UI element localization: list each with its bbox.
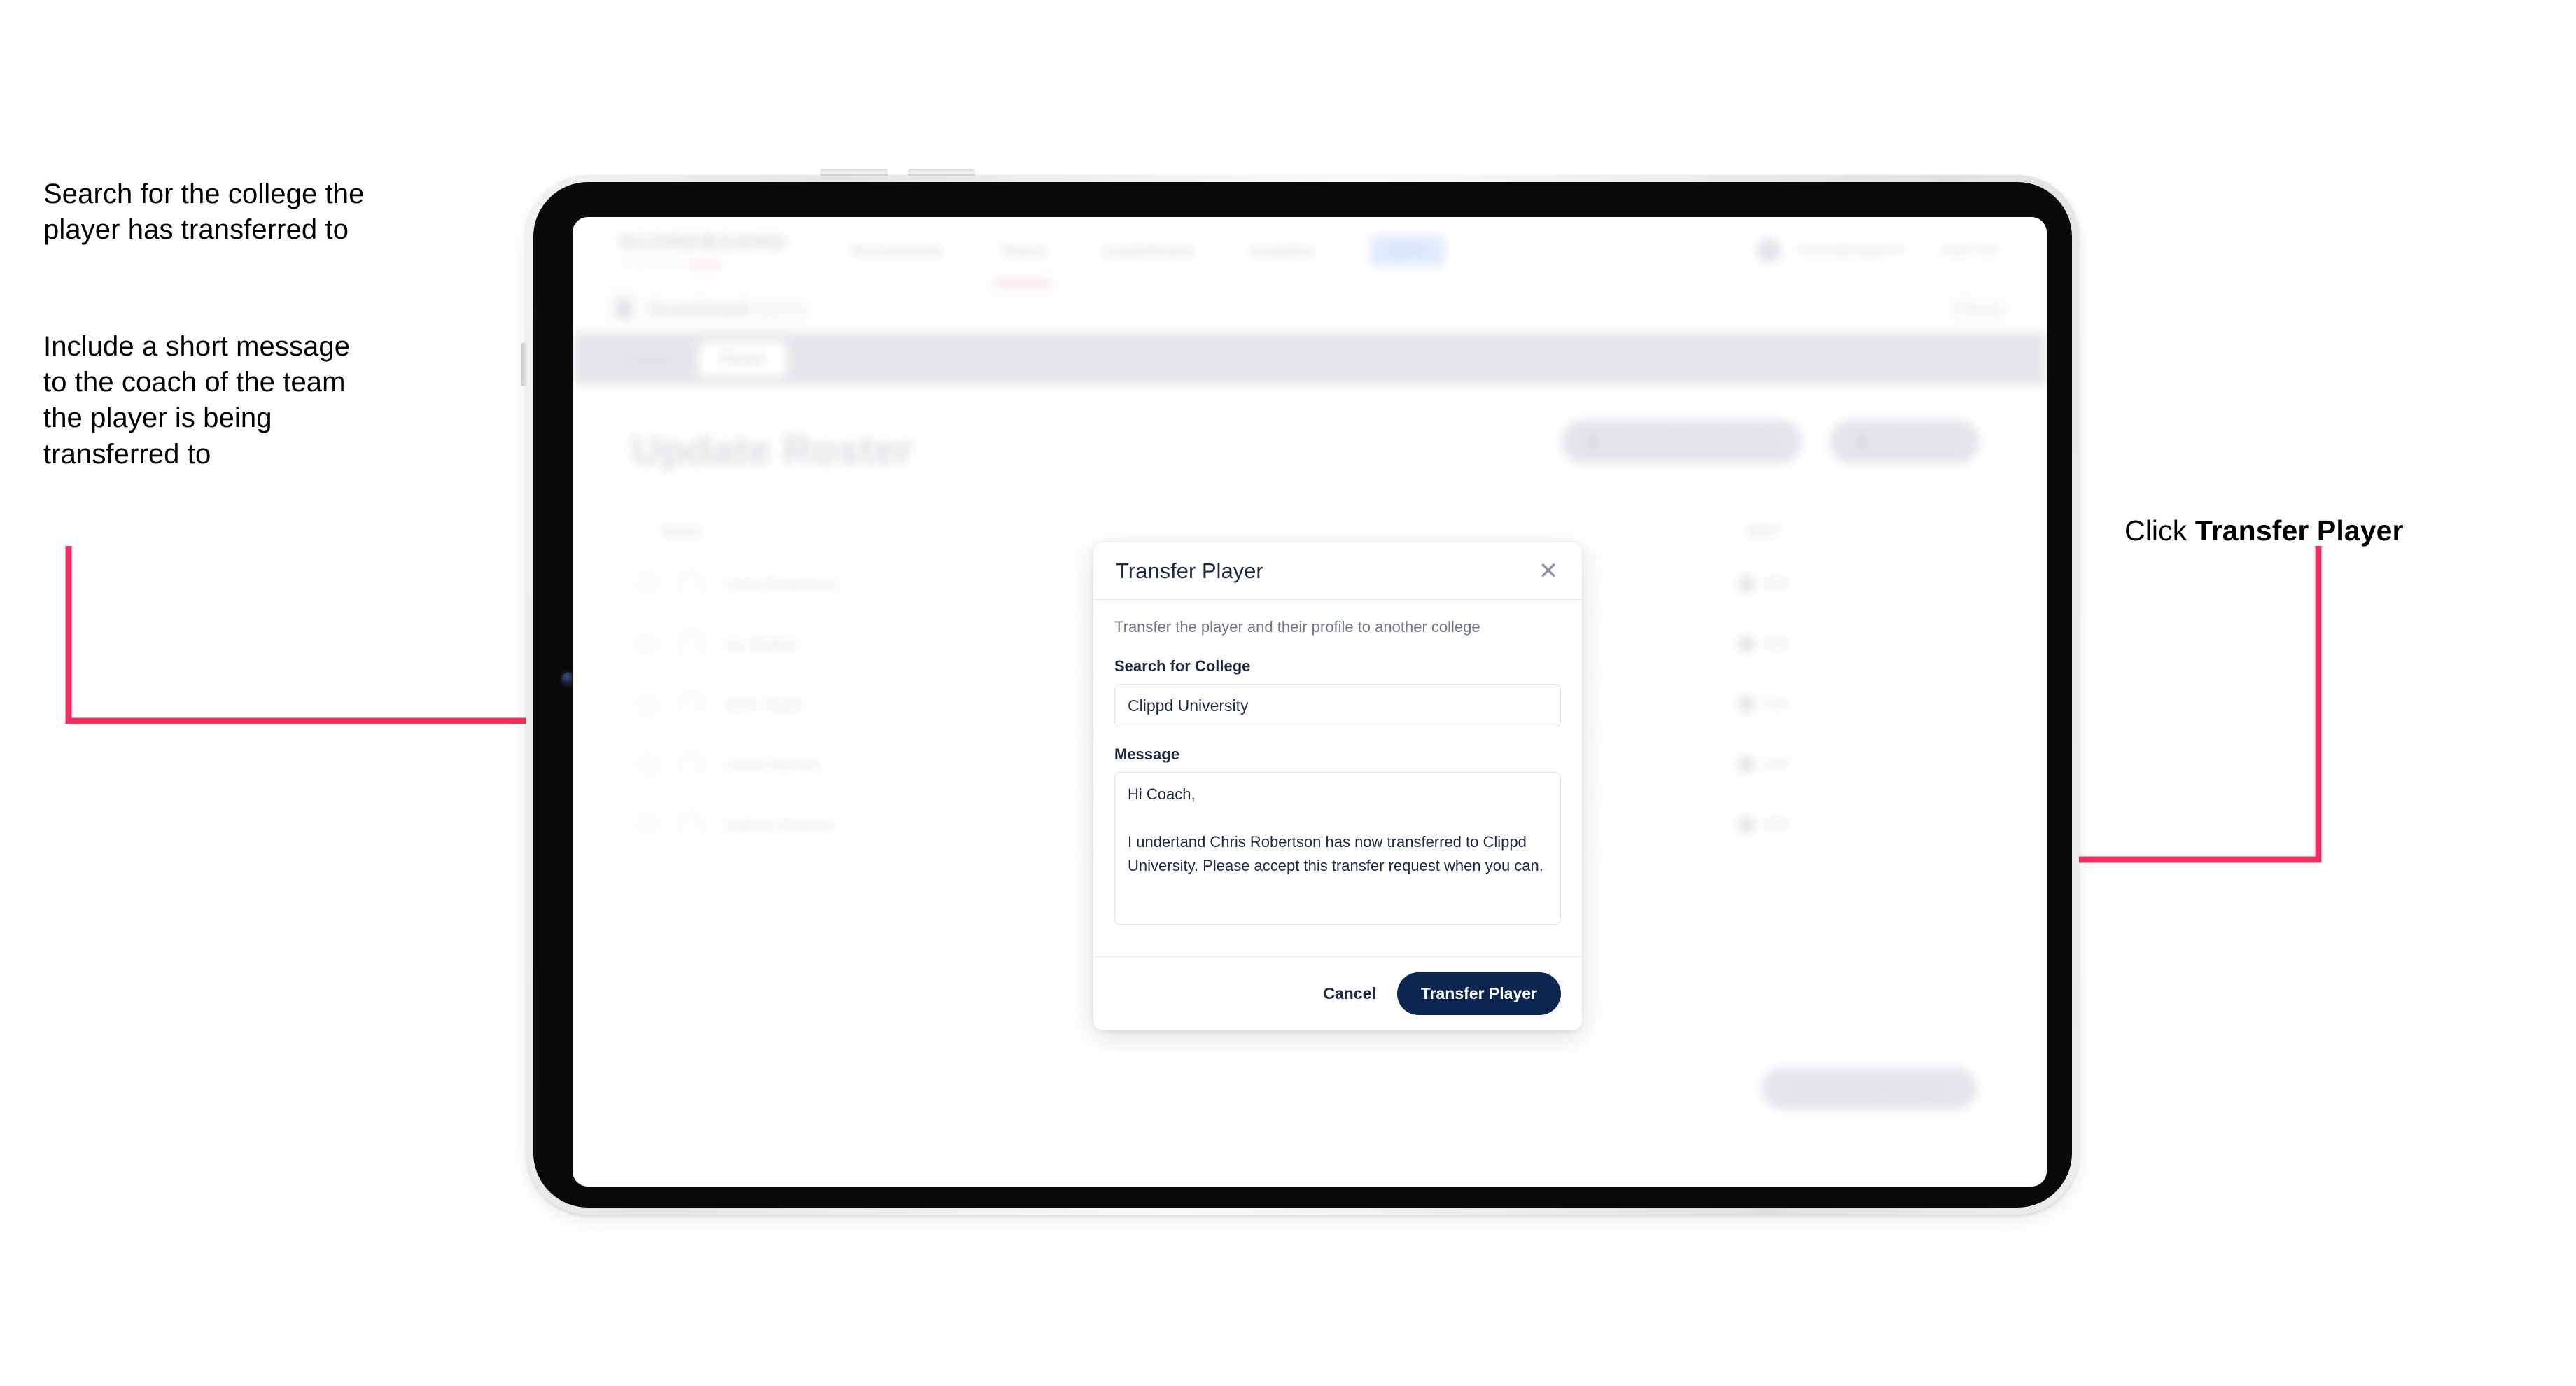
breadcrumb-suffix: Admin <box>754 298 806 319</box>
volume-up-button[interactable] <box>820 169 888 176</box>
search-college-input[interactable] <box>1114 684 1561 727</box>
pencil-icon <box>1736 754 1756 775</box>
device-bezel: SCOREBOARD Powered by clippd Tournaments… <box>533 182 2072 1208</box>
avatar[interactable] <box>1756 239 1781 262</box>
player-name: Nathan Holmes <box>724 815 835 834</box>
breadcrumb-title: Scoreboard <box>648 298 750 319</box>
column-header-edit: EDIT <box>1746 524 1781 540</box>
college-field-label: Search for College <box>1114 657 1251 675</box>
row-checkbox[interactable] <box>637 573 658 594</box>
transfer-player-submit-button[interactable]: Transfer Player <box>1396 972 1561 1015</box>
nav-links: Tournaments Teams Leaderboard Analytics … <box>850 235 1445 284</box>
tablet-device-frame: SCOREBOARD Powered by clippd Tournaments… <box>521 169 2079 1214</box>
add-player-button[interactable]: Add Player <box>1830 420 1980 463</box>
breadcrumb: Scoreboard Admin <box>648 298 806 320</box>
player-avatar-icon <box>679 570 703 597</box>
edit-label: Edit <box>1763 816 1788 832</box>
annotation-include-message: Include a short message to the coach of … <box>43 331 351 470</box>
request-player-transfer-label: Request Player Transfer <box>1609 433 1776 450</box>
scoreboard-icon <box>616 299 631 318</box>
dialog-description: Transfer the player and their profile to… <box>1114 618 1480 636</box>
screenshot-stage: Search for the college the player has tr… <box>0 0 2576 1386</box>
app-logo[interactable]: SCOREBOARD Powered by clippd <box>619 231 788 270</box>
pencil-icon <box>1736 814 1756 835</box>
column-header-name: Name <box>662 524 703 540</box>
annotation-click-transfer: Click Transfer Player <box>2124 476 2558 550</box>
row-checkbox[interactable] <box>637 814 658 835</box>
player-name: Lewis Barnes <box>724 755 821 774</box>
page-actions: Request Player Transfer Add Player <box>1562 420 1980 463</box>
nav-badge-admin[interactable]: Admin <box>1370 235 1445 266</box>
tab-details[interactable]: Details <box>603 342 692 377</box>
player-name: John Taylor <box>724 694 806 713</box>
sign-out-button[interactable]: Sign Out <box>1940 242 1998 259</box>
transfer-icon <box>1588 434 1599 449</box>
edit-label: Edit <box>1763 696 1788 712</box>
annotation-search-college: Search for the college the player has tr… <box>43 178 365 246</box>
cancel-button[interactable]: Cancel <box>1323 984 1376 1003</box>
top-navbar: SCOREBOARD Powered by clippd Tournaments… <box>573 217 2047 286</box>
brand-wordmark: SCOREBOARD <box>619 231 788 254</box>
breadcrumb-right-label: Clippd <box>1954 299 2001 318</box>
player-avatar-icon <box>679 691 703 718</box>
power-button[interactable] <box>521 343 527 386</box>
player-avatar-icon <box>679 811 703 838</box>
college-field-group: Search for College <box>1114 657 1561 727</box>
user-email: coach@clippd.io <box>1795 242 1905 258</box>
player-avatar-icon <box>679 751 703 778</box>
brand-subline: Powered by clippd <box>619 258 780 270</box>
player-name: Ian Walker <box>724 634 801 653</box>
volume-down-button[interactable] <box>908 169 975 176</box>
edit-label: Edit <box>1763 575 1788 592</box>
nav-item-tournaments[interactable]: Tournaments <box>850 241 943 260</box>
nav-user-area: coach@clippd.io Sign Out <box>1756 239 1998 262</box>
annotation-right-bold: Transfer Player <box>2194 514 2404 547</box>
edit-label: Edit <box>1763 756 1788 772</box>
plus-icon <box>1856 434 1867 449</box>
edit-cell[interactable]: Edit <box>1548 694 1980 715</box>
dialog-body: Transfer the player and their profile to… <box>1093 600 1582 956</box>
message-field-label: Message <box>1114 746 1180 763</box>
annotation-right-prefix: Click <box>2124 514 2195 547</box>
pencil-icon <box>1736 573 1756 594</box>
row-checkbox[interactable] <box>637 754 658 775</box>
dialog-header: Transfer Player ✕ <box>1093 542 1582 600</box>
edit-cell[interactable]: Edit <box>1548 814 1980 835</box>
player-name: Chris Robertson <box>724 574 841 593</box>
add-player-label: Add Player <box>1877 433 1953 450</box>
message-textarea[interactable]: Hi Coach, I undertand Chris Robertson ha… <box>1114 772 1561 925</box>
pencil-icon <box>1736 694 1756 715</box>
save-roster-changes-label: Save Roster Changes <box>1793 1079 1945 1097</box>
page-title: Update Roster <box>631 428 913 473</box>
request-player-transfer-button[interactable]: Request Player Transfer <box>1562 420 1802 463</box>
message-field-group: Message Hi Coach, I undertand Chris Robe… <box>1114 746 1561 928</box>
row-checkbox[interactable] <box>637 634 658 654</box>
edit-cell[interactable]: Edit <box>1548 573 1980 594</box>
brand-clippd: clippd <box>687 258 722 270</box>
tablet-screen: SCOREBOARD Powered by clippd Tournaments… <box>573 217 2047 1186</box>
nav-item-teams[interactable]: Teams <box>994 241 1051 284</box>
close-icon[interactable]: ✕ <box>1534 557 1562 585</box>
tab-roster[interactable]: Roster <box>699 342 788 377</box>
player-avatar-icon <box>679 631 703 657</box>
pencil-icon <box>1736 634 1756 654</box>
tab-bar: Details Roster <box>573 333 2047 385</box>
nav-item-analytics[interactable]: Analytics <box>1250 241 1314 260</box>
dialog-footer: Cancel Transfer Player <box>1093 956 1582 1030</box>
edit-label: Edit <box>1763 636 1788 652</box>
breadcrumb-bar: Scoreboard Admin Clippd <box>573 286 2047 333</box>
save-roster-changes-button[interactable]: Save Roster Changes <box>1761 1068 1977 1110</box>
dialog-title: Transfer Player <box>1116 558 1264 583</box>
transfer-player-dialog: Transfer Player ✕ Transfer the player an… <box>1093 542 1582 1030</box>
nav-item-leaderboard[interactable]: Leaderboard <box>1102 241 1194 260</box>
edit-cell[interactable]: Edit <box>1548 634 1980 654</box>
brand-powered-by: Powered by <box>619 258 682 270</box>
row-checkbox[interactable] <box>637 694 658 715</box>
edit-cell[interactable]: Edit <box>1548 754 1980 775</box>
